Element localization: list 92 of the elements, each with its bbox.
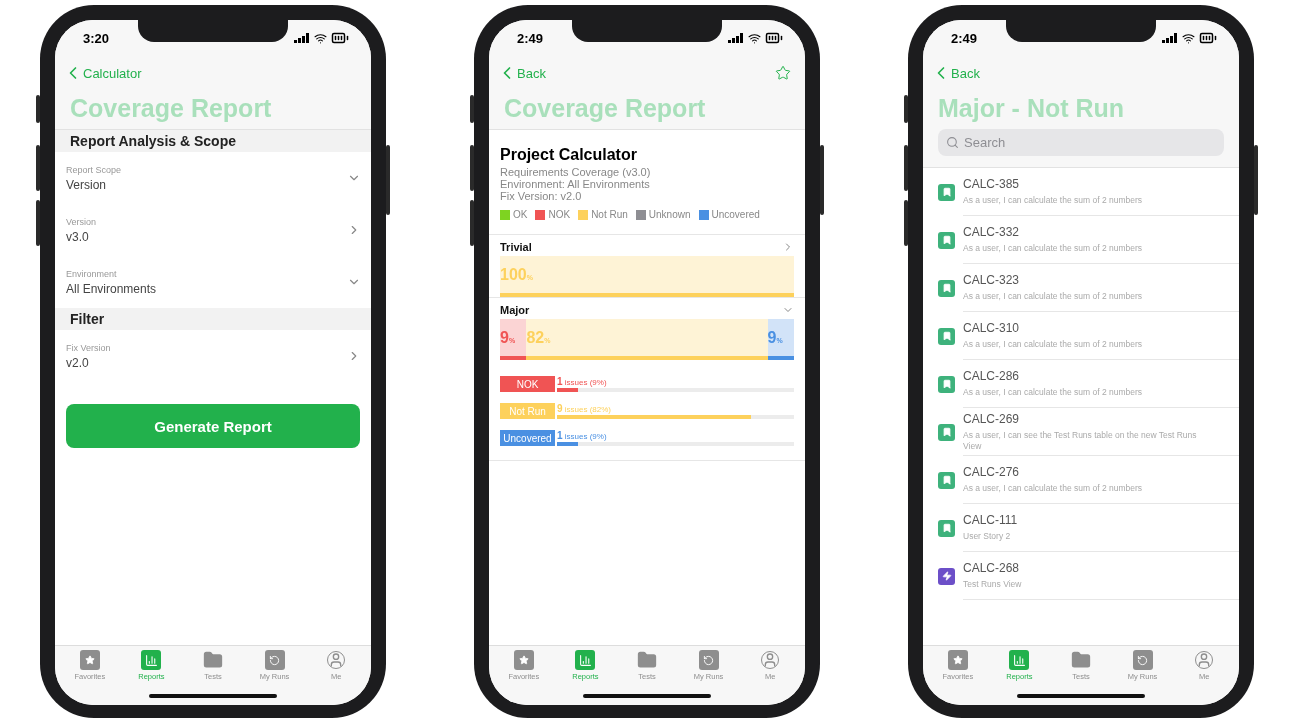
list-item[interactable]: CALC-286 As a user, I can calculate the sum of 2 numbers — [923, 360, 1239, 408]
item-id: CALC-323 — [963, 273, 1021, 288]
screen-title: Coverage Report — [69, 94, 273, 124]
wifi-icon — [748, 31, 761, 45]
screen-title: Major - Not Run — [937, 94, 1126, 124]
item-id: CALC-276 — [963, 465, 1021, 480]
back-link[interactable]: Calculator — [63, 63, 142, 83]
bookmark-icon — [938, 231, 955, 249]
list-item[interactable]: CALC-385 As a user, I can calculate the sum of 2 numbers — [923, 168, 1239, 216]
search-icon — [946, 136, 959, 149]
list-item[interactable]: CALC-268 Test Runs View — [923, 552, 1239, 600]
form-field[interactable]: Version v3.0 — [55, 204, 371, 256]
lightning-icon — [938, 567, 955, 585]
folder-icon — [637, 650, 657, 670]
item-description: User Story 2 — [963, 531, 1012, 542]
status-tag: Uncovered — [500, 430, 555, 446]
item-id: CALC-286 — [963, 369, 1021, 384]
item-id: CALC-332 — [963, 225, 1021, 240]
field-label: Fix Version — [66, 342, 111, 353]
list-item[interactable]: CALC-332 As a user, I can calculate the sum of 2 numbers — [923, 216, 1239, 264]
section-header: Report Analysis & Scope — [55, 130, 371, 152]
list-item[interactable]: CALC-269 As a user, I can see the Test Runs table on the new Test Runs View — [923, 408, 1239, 456]
form-field[interactable]: Report Scope Version — [55, 152, 371, 204]
bookmark-icon — [938, 519, 955, 537]
field-value: v2.0 — [66, 355, 90, 370]
issue-count: 9 issues (82%) — [557, 403, 613, 414]
field-value: v3.0 — [66, 229, 90, 244]
group-header[interactable]: Major — [500, 301, 794, 319]
signal-icon — [294, 33, 310, 43]
bar-chart-icon — [1009, 650, 1030, 670]
item-id: CALC-111 — [963, 513, 1019, 528]
bookmark-icon — [938, 327, 955, 345]
section-header: Filter — [55, 308, 371, 330]
legend-item: Unknown — [635, 209, 691, 220]
back-link[interactable]: Back — [497, 63, 546, 83]
item-description: As a user, I can calculate the sum of 2 numbers — [963, 243, 1144, 254]
item-description: As a user, I can see the Test Runs table on the new Test Runs View — [963, 429, 1198, 452]
bar-chart-icon — [141, 650, 162, 670]
status-time: 3:20 — [83, 30, 110, 46]
item-description: Test Runs View — [963, 579, 1023, 590]
item-description: As a user, I can calculate the sum of 2 numbers — [963, 195, 1144, 206]
status-tag: Not Run — [500, 403, 555, 419]
wifi-icon — [314, 31, 327, 45]
item-id: CALC-269 — [963, 411, 1021, 426]
list-item[interactable]: CALC-323 As a user, I can calculate the sum of 2 numbers — [923, 264, 1239, 312]
folder-icon — [203, 650, 223, 670]
field-label: Report Scope — [66, 164, 122, 175]
report-detail: Environment: All Environments — [500, 178, 651, 190]
search-field[interactable]: Search — [938, 129, 1224, 156]
star-icon[interactable] — [775, 65, 791, 81]
report-detail: Requirements Coverage (v3.0) — [500, 166, 652, 178]
form-field[interactable]: Environment All Environments — [55, 256, 371, 308]
generate-report-button[interactable]: Generate Report — [66, 404, 360, 448]
item-id: CALC-385 — [963, 177, 1021, 192]
field-label: Version — [66, 216, 97, 227]
group-header[interactable]: Trivial — [500, 238, 794, 256]
project-title: Project Calculator — [500, 146, 638, 164]
field-value: Version — [66, 177, 108, 192]
legend-item: OK — [500, 209, 528, 220]
form-field[interactable]: Fix Version v2.0 — [55, 330, 371, 382]
bookmark-icon — [938, 375, 955, 393]
list-item[interactable]: CALC-111 User Story 2 — [923, 504, 1239, 552]
item-description: As a user, I can calculate the sum of 2 numbers — [963, 387, 1144, 398]
list-item[interactable]: CALC-310 As a user, I can calculate the sum of 2 numbers — [923, 312, 1239, 360]
item-id: CALC-268 — [963, 561, 1021, 576]
item-description: As a user, I can calculate the sum of 2 numbers — [963, 339, 1144, 350]
issue-count: 1 issues (9%) — [557, 376, 608, 387]
field-label: Environment — [66, 268, 118, 279]
list-item[interactable]: CALC-276 As a user, I can calculate the sum of 2 numbers — [923, 456, 1239, 504]
signal-icon — [728, 33, 744, 43]
status-tag: NOK — [500, 376, 555, 392]
item-description: As a user, I can calculate the sum of 2 numbers — [963, 483, 1144, 494]
bookmark-icon — [938, 279, 955, 297]
status-time: 2:49 — [517, 30, 544, 46]
legend-item: Uncovered — [698, 209, 760, 220]
legend-item: NOK — [535, 209, 571, 220]
bar-chart-icon — [575, 650, 596, 670]
field-value: All Environments — [66, 281, 157, 296]
item-id: CALC-310 — [963, 321, 1021, 336]
signal-icon — [1162, 33, 1178, 43]
bookmark-icon — [938, 423, 955, 441]
status-time: 2:49 — [951, 30, 978, 46]
screen-title: Coverage Report — [503, 94, 707, 124]
report-detail: Fix Version: v2.0 — [500, 190, 583, 202]
legend-item: Not Run — [578, 209, 628, 220]
issue-count: 1 issues (9%) — [557, 430, 608, 441]
wifi-icon — [1182, 31, 1195, 45]
bookmark-icon — [938, 183, 955, 201]
back-link[interactable]: Back — [931, 63, 980, 83]
bookmark-icon — [938, 471, 955, 489]
folder-icon — [1071, 650, 1091, 670]
item-description: As a user, I can calculate the sum of 2 numbers — [963, 291, 1144, 302]
